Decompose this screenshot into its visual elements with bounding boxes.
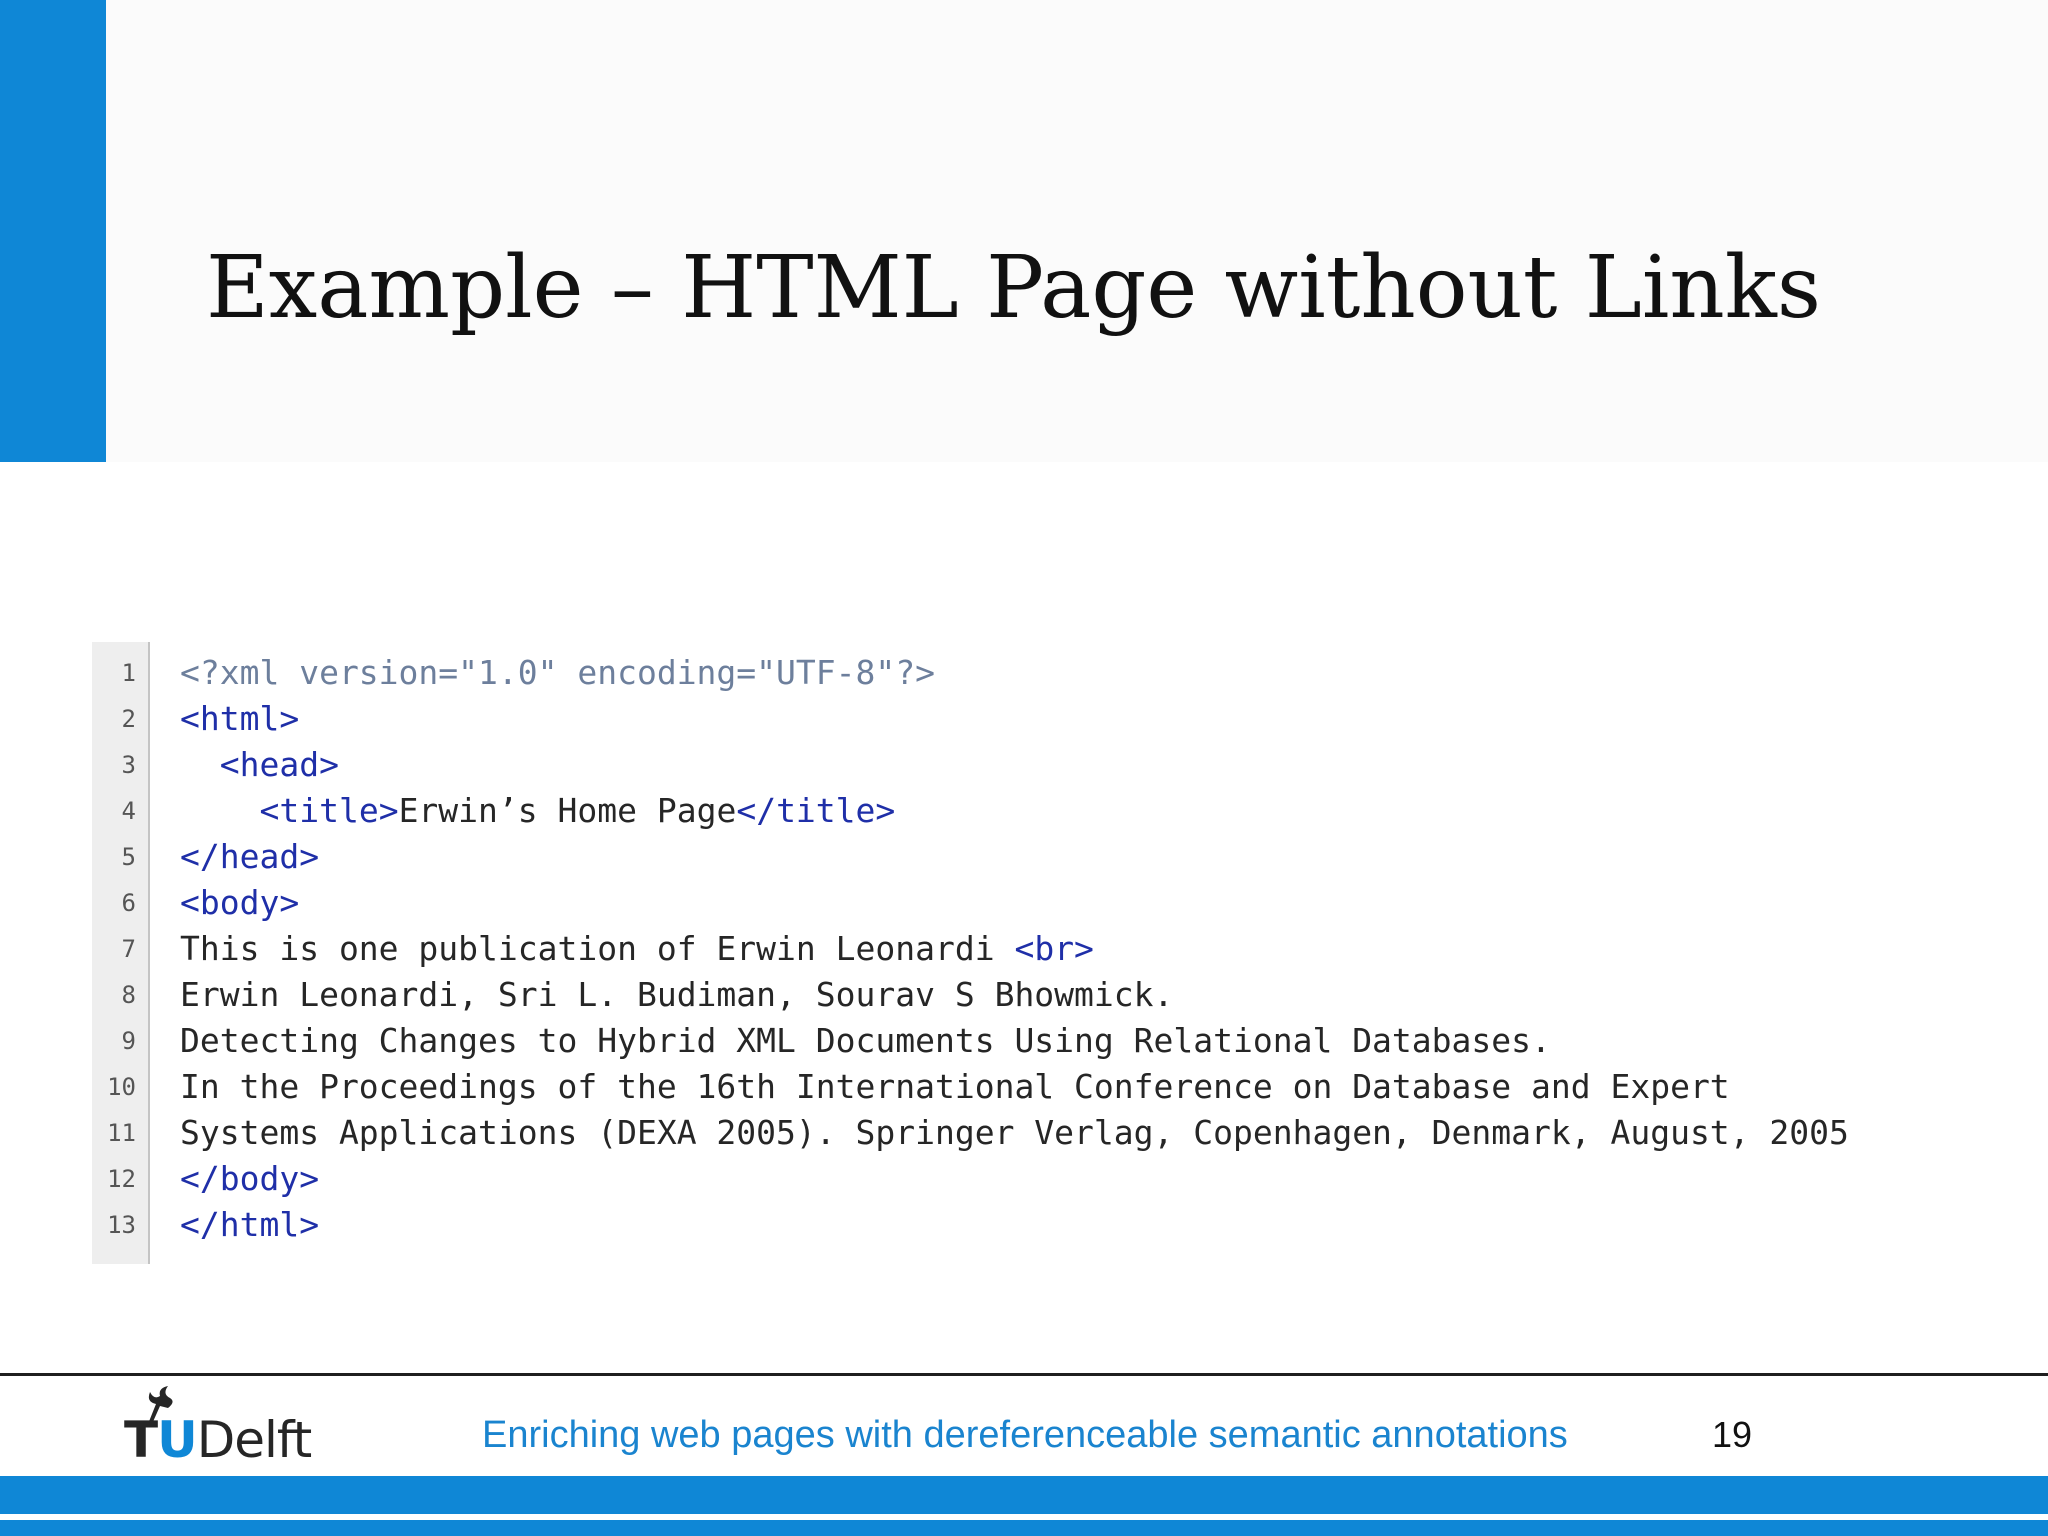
logo-letter-u: U [157,1411,198,1469]
code-line: 2 <html> [92,696,2014,742]
line-number: 3 [121,751,136,779]
code-line: 12 </body> [92,1156,2014,1202]
code-line: 8 Erwin Leonardi, Sri L. Budiman, Sourav … [92,972,2014,1018]
code-line: 7 This is one publication of Erwin Leonar… [92,926,2014,972]
code-token-text: Erwin’s Home Page [398,791,737,830]
code-token-text: In the Proceedings of the 16th Internati… [180,1067,1730,1106]
line-number: 10 [107,1073,136,1101]
code-token-text: Erwin Leonardi, Sri L. Budiman, Sourav S… [180,975,1174,1014]
code-line: 3 <head> [92,742,2014,788]
code-token-tag: <br> [1014,929,1094,968]
slide-title: Example – HTML Page without Links [206,238,1822,338]
line-code: <head> [180,742,339,788]
bottom-stripe [0,1520,2048,1536]
code-line: 13 </html> [92,1202,2014,1248]
line-number: 8 [121,981,136,1009]
accent-bar [0,0,106,462]
line-code: </body> [180,1156,319,1202]
logo-letter-t: T [124,1411,158,1469]
code-lines: 1 <?xml version="1.0" encoding="UTF-8"?> 2… [92,650,2014,1248]
slide: Example – HTML Page without Links 1 <?xml… [0,0,2048,1536]
code-token-tag: <html> [180,699,300,738]
code-line: 5 </head> [92,834,2014,880]
line-code: This is one publication of Erwin Leonard… [180,926,1094,972]
code-token-tag: </title> [736,791,896,830]
line-number: 12 [107,1165,136,1193]
code-token-tag: <head> [219,745,339,784]
footer-divider [0,1373,2048,1376]
code-line: 10 In the Proceedings of the 16th Interna… [92,1064,2014,1110]
code-token-decl: <?xml version="1.0" encoding="UTF-8"?> [180,653,935,692]
logo-delft: Delft [196,1411,312,1469]
line-code: <html> [180,696,299,742]
code-token-text: Systems Applications (DEXA 2005). Spring… [180,1113,1849,1152]
line-number: 11 [107,1119,136,1147]
logo-wordmark: TUDelft [124,1411,312,1469]
line-code: Erwin Leonardi, Sri L. Budiman, Sourav S… [180,972,1173,1018]
line-number: 7 [121,935,136,963]
line-number: 13 [107,1211,136,1239]
line-number: 1 [121,659,136,687]
code-token-text: Detecting Changes to Hybrid XML Document… [180,1021,1551,1060]
line-number: 2 [121,705,136,733]
code-listing: 1 <?xml version="1.0" encoding="UTF-8"?> 2… [92,642,2014,1264]
line-code: In the Proceedings of the 16th Internati… [180,1064,1730,1110]
tu-delft-logo: TUDelft [124,1384,334,1468]
code-token-tag: <title> [259,791,399,830]
code-line: 11 Systems Applications (DEXA 2005). Spri… [92,1110,2014,1156]
line-number: 4 [121,797,136,825]
line-number: 5 [121,843,136,871]
bottom-band [0,1476,2048,1514]
line-code: </head> [180,834,319,880]
line-code: <body> [180,880,299,926]
code-token-tag: </body> [180,1159,320,1198]
line-code: Detecting Changes to Hybrid XML Document… [180,1018,1551,1064]
footer-caption: Enriching web pages with dereferenceable… [482,1414,1568,1456]
code-line: 4 <title>Erwin’s Home Page</title> [92,788,2014,834]
line-code: Systems Applications (DEXA 2005). Spring… [180,1110,1849,1156]
code-line: 9 Detecting Changes to Hybrid XML Documen… [92,1018,2014,1064]
code-line: 1 <?xml version="1.0" encoding="UTF-8"?> [92,650,2014,696]
code-token-tag: <body> [180,883,300,922]
code-token-text: This is one publication of Erwin Leonard… [180,929,1015,968]
code-line: 6 <body> [92,880,2014,926]
line-code: </html> [180,1202,319,1248]
page-number: 19 [1712,1414,1753,1455]
line-code: <title>Erwin’s Home Page</title> [180,788,895,834]
line-number: 6 [121,889,136,917]
line-code: <?xml version="1.0" encoding="UTF-8"?> [180,650,935,696]
code-token-tag: </html> [180,1205,320,1244]
code-token-tag: </head> [180,837,320,876]
line-number: 9 [121,1027,136,1055]
